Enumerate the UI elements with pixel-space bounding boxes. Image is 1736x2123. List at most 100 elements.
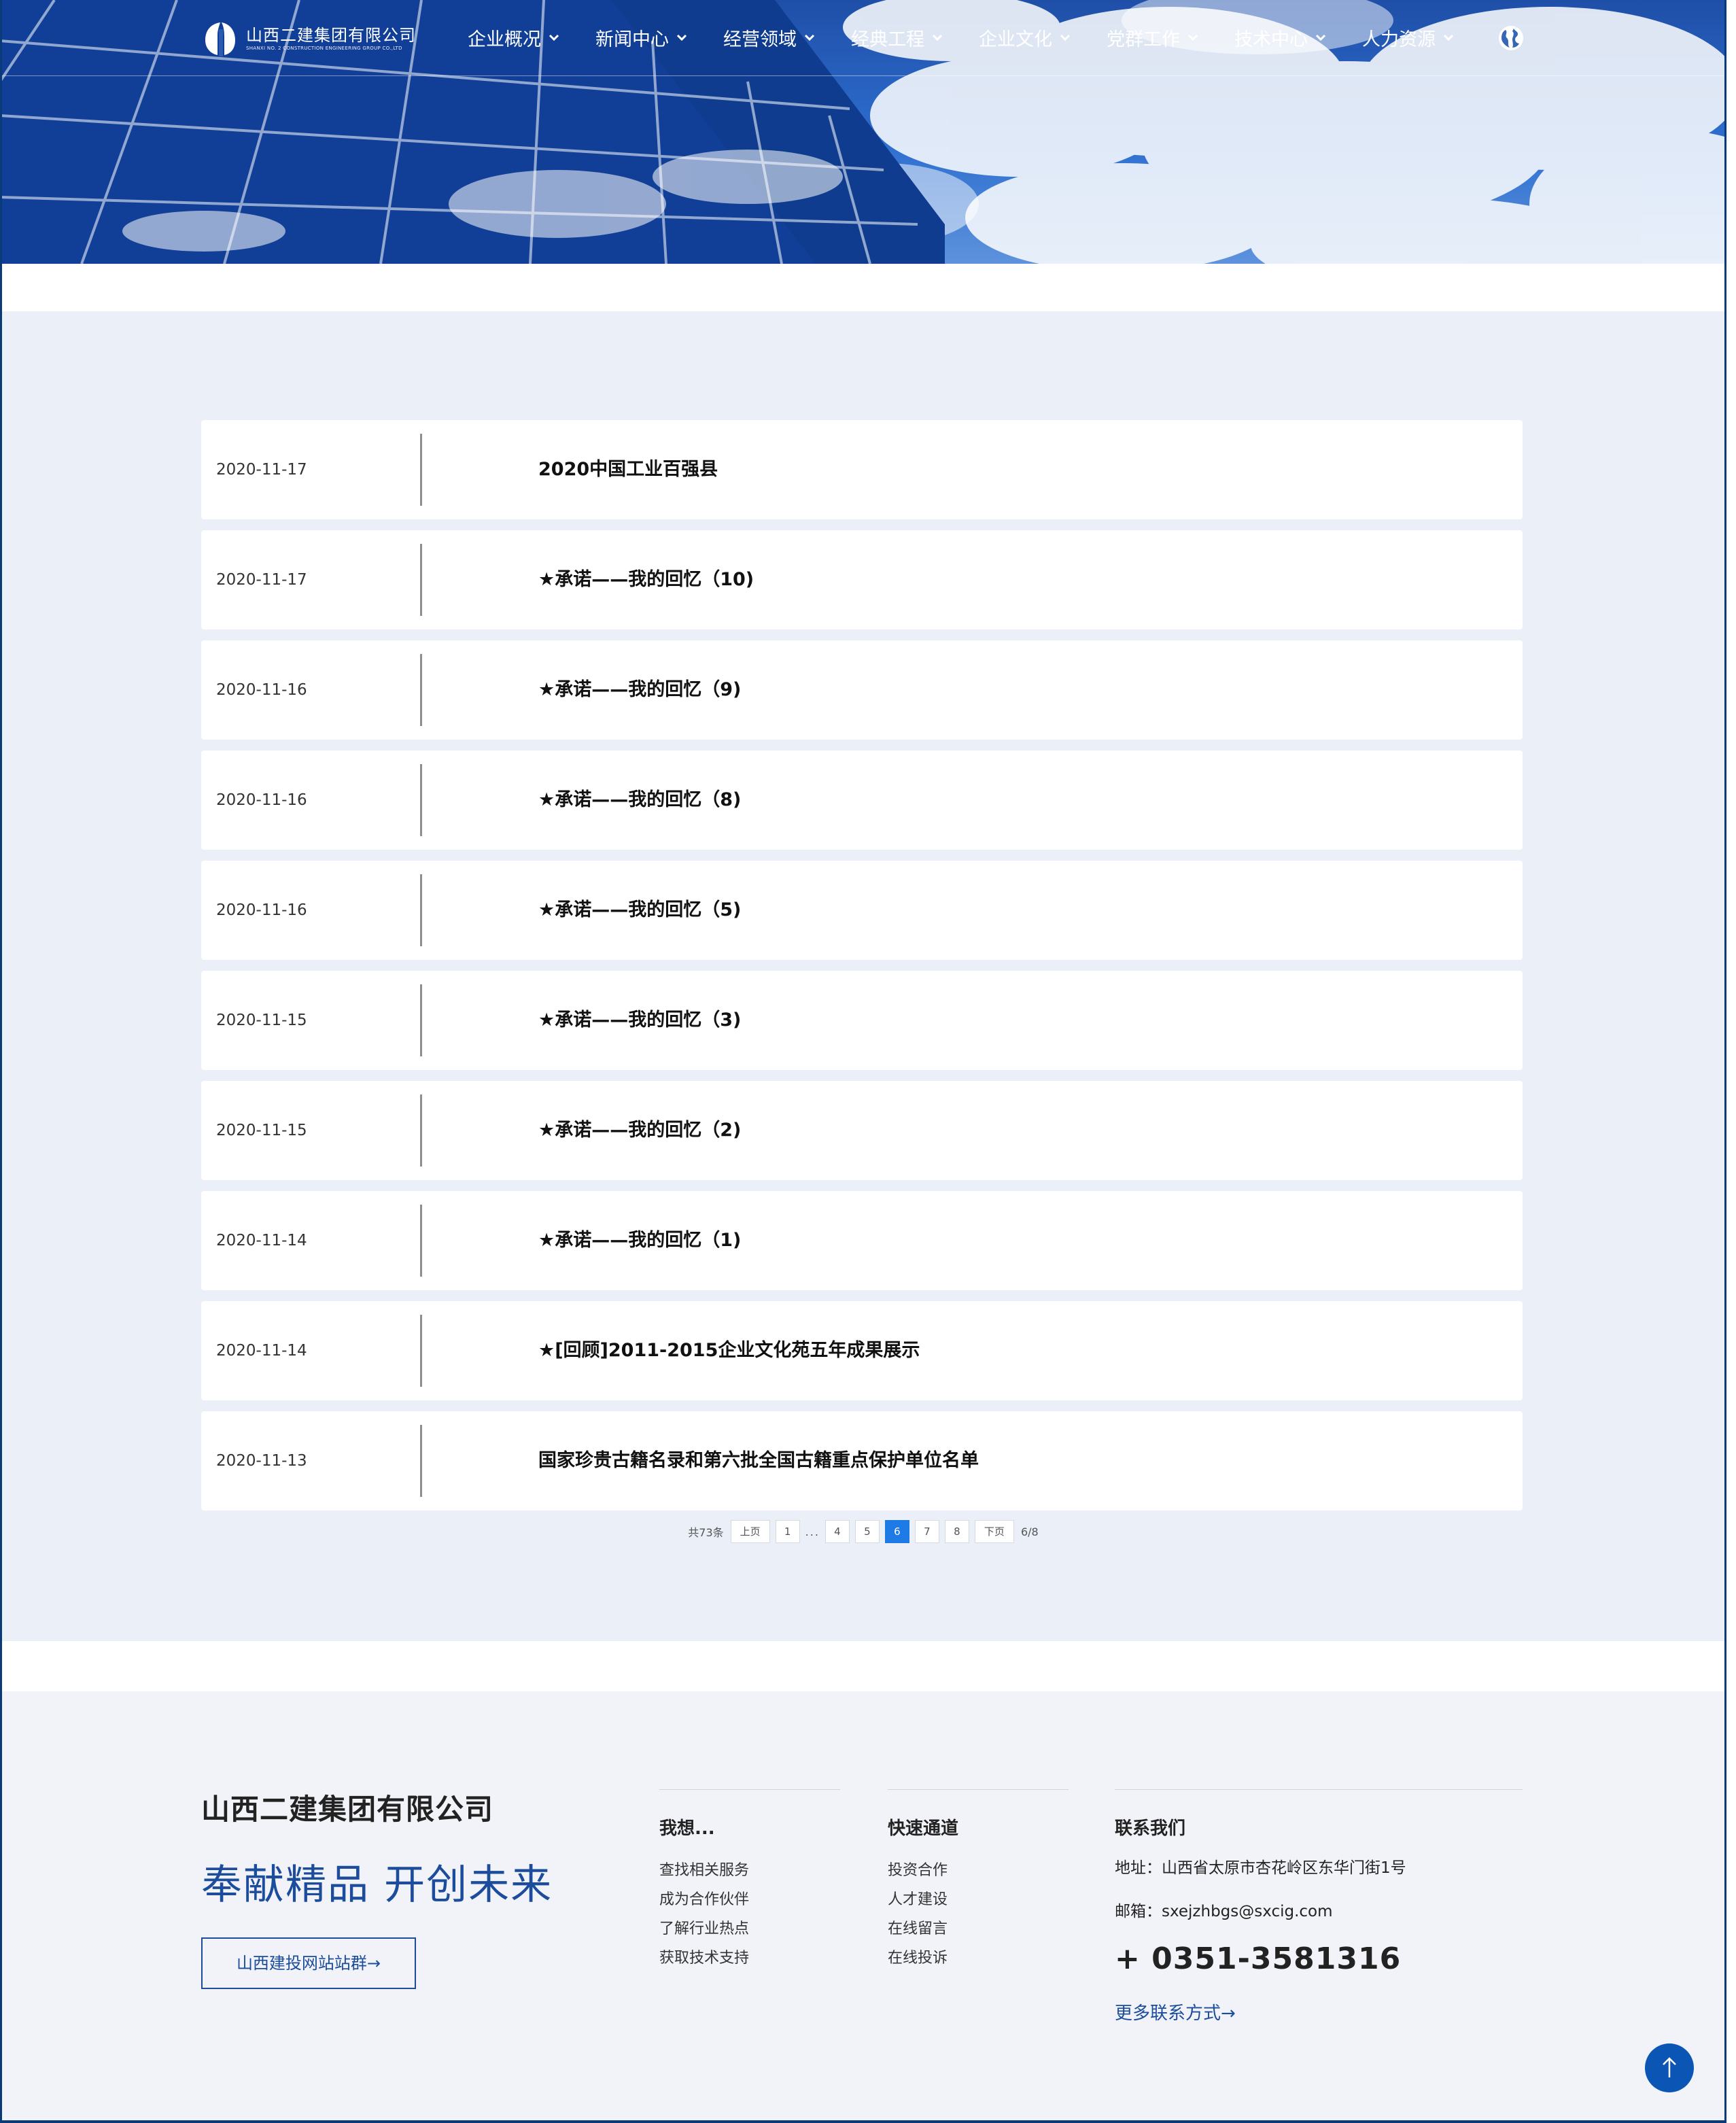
chevron-down-icon <box>1443 34 1454 41</box>
article-title[interactable]: ★承诺——我的回忆（1) <box>538 1191 741 1290</box>
site-footer: 山西二建集团有限公司 奉献精品 开创未来 山西建投网站站群→ 我想... 查找相… <box>0 1691 1726 2123</box>
article-title[interactable]: ★承诺——我的回忆（5) <box>538 861 741 960</box>
divider <box>420 1425 422 1497</box>
next-page-button[interactable]: 下页 <box>974 1520 1014 1543</box>
list-item[interactable]: 2020-11-14 ★承诺——我的回忆（1) <box>201 1191 1523 1290</box>
nav-label: 企业概况 <box>468 29 541 50</box>
nav-item-corporate-culture[interactable]: 企业文化 <box>979 24 1071 51</box>
footer-contact: 联系我们 地址：山西省太原市杏花岭区东华门街1号 邮箱：sxejzhbgs@sx… <box>1115 1789 1523 2024</box>
page-button-8[interactable]: 8 <box>944 1520 969 1543</box>
article-date: 2020-11-15 <box>216 1012 307 1029</box>
footer-link[interactable]: 投资合作 <box>888 1856 1069 1885</box>
arrow-up-icon <box>1663 2057 1676 2077</box>
page-button-1[interactable]: 1 <box>775 1520 800 1543</box>
more-contact-link[interactable]: 更多联系方式→ <box>1115 1999 1523 2024</box>
chevron-down-icon <box>932 34 943 41</box>
main-nav: 企业概况 新闻中心 经营领域 经典工程 企业文化 党群工作 技术中心 人力资源 <box>468 20 1490 54</box>
contact-phone: + 0351-3581316 <box>1115 1941 1402 1976</box>
nav-item-business-fields[interactable]: 经营领域 <box>723 24 816 51</box>
list-item[interactable]: 2020-11-16 ★承诺——我的回忆（8) <box>201 750 1523 850</box>
footer-link[interactable]: 获取技术支持 <box>659 1944 840 1973</box>
article-date: 2020-11-14 <box>216 1232 307 1249</box>
contact-email: 邮箱：sxejzhbgs@sxcig.com <box>1115 1903 1333 1920</box>
footer-link[interactable]: 了解行业热点 <box>659 1914 840 1944</box>
article-date: 2020-11-15 <box>216 1122 307 1139</box>
article-title[interactable]: ★承诺——我的回忆（2) <box>538 1081 741 1180</box>
list-item[interactable]: 2020-11-15 ★承诺——我的回忆（2) <box>201 1081 1523 1180</box>
list-item[interactable]: 2020-11-15 ★承诺——我的回忆（3) <box>201 971 1523 1070</box>
footer-link[interactable]: 查找相关服务 <box>659 1856 840 1885</box>
pagination-status: 6/8 <box>1020 1525 1039 1538</box>
list-item[interactable]: 2020-11-13 国家珍贵古籍名录和第六批全国古籍重点保护单位名单 <box>201 1411 1523 1511</box>
pagination: 共73条 上页 1 ... 4 5 6 7 8 下页 6/8 <box>0 1520 1726 1543</box>
divider <box>420 1094 422 1167</box>
nav-item-classic-projects[interactable]: 经典工程 <box>851 24 943 51</box>
footer-link[interactable]: 在线投诉 <box>888 1944 1069 1973</box>
page-button-4[interactable]: 4 <box>824 1520 850 1543</box>
list-item[interactable]: 2020-11-16 ★承诺——我的回忆（9) <box>201 640 1523 740</box>
footer-company-name: 山西二建集团有限公司 <box>201 1793 494 1826</box>
hero-banner: 山西二建集团有限公司 SHANXI NO. 2 CONSTRUCTION ENG… <box>0 0 1726 264</box>
divider <box>888 1789 1069 1790</box>
white-spacer <box>0 264 1726 311</box>
nav-label: 经典工程 <box>851 29 924 50</box>
nav-item-human-resources[interactable]: 人力资源 <box>1362 24 1455 51</box>
article-date: 2020-11-14 <box>216 1342 307 1360</box>
nav-item-news-center[interactable]: 新闻中心 <box>595 24 688 51</box>
page-button-5[interactable]: 5 <box>854 1520 880 1543</box>
divider <box>420 544 422 616</box>
footer-link[interactable]: 成为合作伙伴 <box>659 1885 840 1914</box>
divider <box>420 654 422 726</box>
nav-item-party-work[interactable]: 党群工作 <box>1107 24 1199 51</box>
chevron-down-icon <box>549 34 559 41</box>
footer-column-quick-access: 快速通道 投资合作 人才建设 在线留言 在线投诉 <box>888 1789 1069 1973</box>
list-item[interactable]: 2020-11-16 ★承诺——我的回忆（5) <box>201 861 1523 960</box>
article-title[interactable]: ★承诺——我的回忆（10) <box>538 530 754 629</box>
nav-label: 新闻中心 <box>595 29 669 50</box>
footer-link[interactable]: 人才建设 <box>888 1885 1069 1914</box>
list-item[interactable]: 2020-11-17 ★承诺——我的回忆（10) <box>201 530 1523 629</box>
footer-slogan: 奉献精品 开创未来 <box>201 1861 553 1909</box>
nav-label: 企业文化 <box>979 29 1052 50</box>
article-title[interactable]: ★承诺——我的回忆（9) <box>538 640 741 740</box>
list-item[interactable]: 2020-11-17 2020中国工业百强县 <box>201 420 1523 519</box>
back-to-top-button[interactable] <box>1645 2043 1694 2092</box>
article-title[interactable]: 2020中国工业百强县 <box>538 420 718 519</box>
divider <box>420 764 422 836</box>
nav-item-company-overview[interactable]: 企业概况 <box>468 24 560 51</box>
article-list-section: 2020-11-17 2020中国工业百强县 2020-11-17 ★承诺——我… <box>0 311 1726 1641</box>
pagination-ellipsis: ... <box>805 1525 820 1538</box>
chevron-down-icon <box>1187 34 1198 41</box>
article-title[interactable]: ★[回顾]2011-2015企业文化苑五年成果展示 <box>538 1301 920 1400</box>
page-button-6-current[interactable]: 6 <box>884 1520 909 1543</box>
article-title[interactable]: 国家珍贵古籍名录和第六批全国古籍重点保护单位名单 <box>538 1411 979 1511</box>
globe-icon[interactable] <box>1497 24 1525 52</box>
divider <box>420 434 422 506</box>
page-button-7[interactable]: 7 <box>914 1520 939 1543</box>
article-date: 2020-11-17 <box>216 571 307 589</box>
prev-page-button[interactable]: 上页 <box>730 1520 770 1543</box>
logo-mark-icon <box>205 22 235 56</box>
nav-label: 党群工作 <box>1107 29 1180 50</box>
chevron-down-icon <box>1060 34 1071 41</box>
article-title[interactable]: ★承诺——我的回忆（3) <box>538 971 741 1070</box>
article-title[interactable]: ★承诺——我的回忆（8) <box>538 750 741 850</box>
article-date: 2020-11-16 <box>216 681 307 699</box>
logo-company-name: 山西二建集团有限公司 <box>246 26 416 45</box>
divider <box>420 874 422 946</box>
chevron-down-icon <box>676 34 687 41</box>
nav-label: 人力资源 <box>1362 29 1436 50</box>
footer-link[interactable]: 在线留言 <box>888 1914 1069 1944</box>
footer-column-title: 快速通道 <box>888 1818 959 1839</box>
article-date: 2020-11-16 <box>216 901 307 919</box>
article-date: 2020-11-16 <box>216 791 307 809</box>
chevron-down-icon <box>1315 34 1326 41</box>
footer-column-title: 我想... <box>659 1818 715 1839</box>
nav-label: 经营领域 <box>723 29 797 50</box>
article-date: 2020-11-13 <box>216 1452 307 1470</box>
list-item[interactable]: 2020-11-14 ★[回顾]2011-2015企业文化苑五年成果展示 <box>201 1301 1523 1400</box>
logo-english-name: SHANXI NO. 2 CONSTRUCTION ENGINEERING GR… <box>246 46 402 51</box>
site-logo[interactable]: 山西二建集团有限公司 SHANXI NO. 2 CONSTRUCTION ENG… <box>201 19 416 58</box>
nav-item-tech-center[interactable]: 技术中心 <box>1234 24 1327 51</box>
site-group-button[interactable]: 山西建投网站站群→ <box>201 1937 416 1989</box>
